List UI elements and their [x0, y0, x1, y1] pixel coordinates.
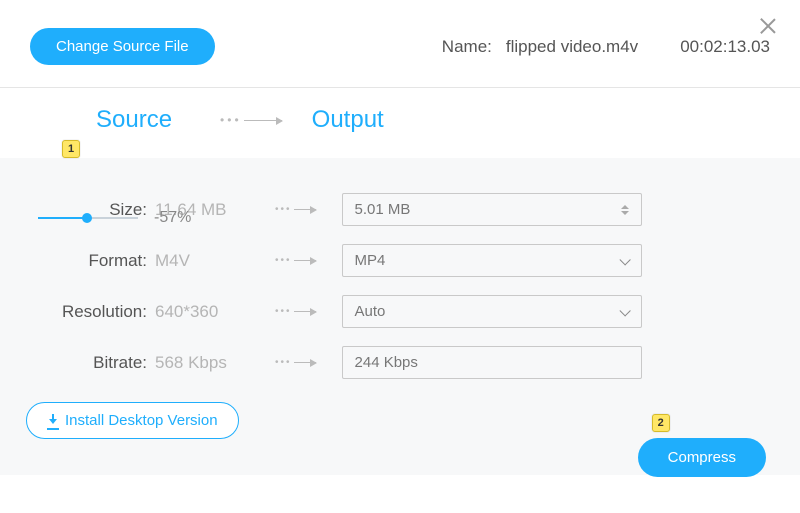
duration-value: 00:02:13.03 [680, 37, 770, 57]
file-name-value: flipped video.m4v [506, 37, 638, 57]
change-source-button[interactable]: Change Source File [30, 28, 215, 65]
format-source-value: M4V [155, 251, 255, 271]
compress-wrap: 2 Compress [638, 438, 766, 477]
install-desktop-label: Install Desktop Version [65, 412, 218, 429]
resolution-output-select[interactable]: Auto [342, 295, 642, 328]
row-format: Format: M4V ••• MP4 [0, 235, 800, 286]
output-heading: Output [312, 106, 384, 134]
file-name-row: Name: flipped video.m4v 00:02:13.03 [442, 37, 770, 57]
compression-percentage: -57% [154, 209, 191, 227]
size-output-stepper[interactable]: 5.01 MB [342, 193, 642, 226]
callout-badge-2: 2 [652, 414, 670, 432]
row-resolution: Resolution: 640*360 ••• Auto [0, 286, 800, 337]
compression-slider[interactable]: -57% [38, 209, 198, 227]
settings-panel: 1 Size: 11.64 MB ••• 5.01 MB -57% Format… [0, 158, 800, 475]
download-icon [47, 414, 59, 428]
arrow-right-icon: ••• [275, 204, 316, 215]
format-output-select[interactable]: MP4 [342, 244, 642, 277]
resolution-output-value: Auto [355, 303, 386, 320]
column-headings: Source ••• Output [0, 88, 800, 158]
arrow-right-icon: ••• [220, 113, 282, 127]
resolution-label: Resolution: [0, 302, 155, 322]
format-label: Format: [0, 251, 155, 271]
bitrate-label: Bitrate: [0, 353, 155, 373]
chevron-down-icon [619, 258, 629, 264]
bitrate-output-field[interactable]: 244 Kbps [342, 346, 642, 379]
row-bitrate: Bitrate: 568 Kbps ••• 244 Kbps [0, 337, 800, 388]
chevron-down-icon [619, 309, 629, 315]
callout-badge-1: 1 [62, 140, 80, 158]
source-heading: Source [96, 106, 172, 134]
arrow-right-icon: ••• [275, 255, 316, 266]
resolution-source-value: 640*360 [155, 302, 255, 322]
bitrate-output-value: 244 Kbps [355, 354, 418, 371]
stepper-icon [621, 205, 629, 215]
bitrate-source-value: 568 Kbps [155, 353, 255, 373]
arrow-right-icon: ••• [275, 357, 316, 368]
install-desktop-button[interactable]: Install Desktop Version [26, 402, 239, 439]
format-output-value: MP4 [355, 252, 386, 269]
name-label: Name: [442, 37, 492, 57]
arrow-right-icon: ••• [275, 306, 316, 317]
compress-button[interactable]: Compress [638, 438, 766, 477]
size-output-value: 5.01 MB [355, 201, 411, 218]
topbar: Change Source File Name: flipped video.m… [0, 0, 800, 87]
close-icon[interactable] [758, 16, 778, 36]
